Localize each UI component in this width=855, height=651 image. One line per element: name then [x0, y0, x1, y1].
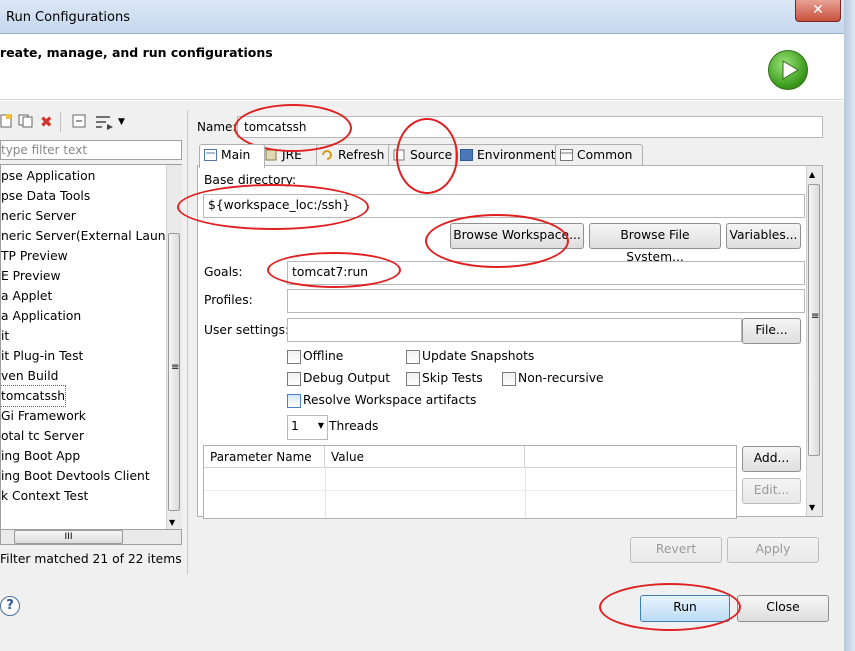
main-tab-icon — [204, 147, 217, 161]
filter-input[interactable]: type filter text — [0, 140, 182, 160]
resolve-workspace-label: Resolve Workspace artifacts — [303, 393, 477, 407]
column-divider — [325, 468, 326, 518]
resolve-workspace-checkbox[interactable] — [287, 394, 301, 408]
close-button[interactable]: Close — [737, 595, 829, 622]
name-label: Name: — [197, 120, 237, 134]
help-icon[interactable]: ? — [0, 596, 20, 616]
tree-item[interactable]: a Application — [1, 306, 81, 326]
tab-main[interactable]: Main — [199, 144, 265, 168]
tree-item[interactable]: it Plug-in Test — [1, 346, 83, 366]
dialog-header-title: reate, manage, and run configurations — [0, 45, 273, 60]
file-button[interactable]: File... — [742, 318, 801, 344]
tab-source[interactable]: Source — [388, 144, 460, 167]
name-input[interactable]: tomcatssh — [237, 116, 823, 138]
duplicate-icon[interactable] — [18, 114, 34, 130]
tab-environment[interactable]: Environment — [455, 144, 560, 167]
update-snapshots-label: Update Snapshots — [422, 349, 535, 363]
filter-icon[interactable] — [94, 114, 114, 130]
user-settings-input[interactable] — [287, 318, 742, 342]
skip-tests-label: Skip Tests — [422, 371, 483, 385]
tree-item[interactable]: neric Server — [1, 206, 76, 226]
column-header-value[interactable]: Value — [325, 446, 525, 468]
tree-item-selected[interactable]: tomcatssh — [1, 385, 67, 407]
base-directory-input[interactable]: ${workspace_loc:/ssh} — [203, 194, 805, 218]
refresh-icon — [321, 147, 334, 160]
apply-button[interactable]: Apply — [727, 537, 819, 563]
tree-item[interactable]: neric Server(External Launch) — [1, 226, 181, 246]
non-recursive-label: Non-recursive — [518, 371, 604, 385]
window-frame-edge — [844, 0, 855, 651]
tree-item[interactable]: otal tc Server — [1, 426, 84, 446]
revert-button[interactable]: Revert — [630, 537, 722, 563]
scroll-up-arrow-icon[interactable]: ▲ — [809, 170, 815, 179]
profiles-label: Profiles: — [204, 293, 253, 307]
threads-select[interactable]: 1 ▼ — [287, 415, 328, 440]
tree-item[interactable]: ven Build — [1, 366, 58, 386]
row-divider — [204, 490, 736, 491]
window-close-button[interactable]: ✕ — [795, 0, 841, 22]
chevron-down-icon: ▼ — [317, 421, 324, 430]
add-parameter-button[interactable]: Add... — [742, 446, 801, 472]
tree-item[interactable]: k Context Test — [1, 486, 88, 506]
tree-item[interactable]: ing Boot Devtools Client — [1, 466, 150, 486]
debug-output-label: Debug Output — [303, 371, 391, 385]
edit-parameter-button[interactable]: Edit... — [742, 478, 801, 504]
parameter-table[interactable]: Parameter Name Value — [203, 445, 737, 519]
variables-button[interactable]: Variables... — [726, 223, 801, 249]
column-header-filler — [525, 446, 736, 468]
collapse-all-icon[interactable] — [72, 114, 86, 130]
base-directory-label: Base directory: — [204, 173, 297, 187]
debug-output-checkbox[interactable] — [287, 372, 301, 386]
common-icon — [560, 147, 573, 161]
skip-tests-checkbox[interactable] — [406, 372, 420, 386]
jre-tab-icon — [265, 147, 278, 161]
tree-item[interactable]: TP Preview — [1, 246, 68, 266]
browse-file-system-button[interactable]: Browse File System... — [589, 223, 721, 264]
config-tree[interactable]: pse Application pse Data Tools neric Ser… — [0, 164, 182, 530]
scroll-down-arrow-icon[interactable]: ▼ — [809, 503, 815, 512]
column-header-parameter-name[interactable]: Parameter Name — [204, 446, 325, 468]
user-settings-label: User settings: — [204, 323, 290, 337]
dropdown-icon[interactable]: ▼ — [118, 114, 125, 130]
tree-item[interactable]: it — [1, 326, 9, 346]
threads-label: Threads — [329, 419, 379, 433]
browse-workspace-button[interactable]: Browse Workspace... — [450, 223, 584, 249]
tree-item[interactable]: pse Application — [1, 166, 95, 186]
run-button[interactable]: Run — [640, 595, 730, 622]
scroll-grip: ≡ — [171, 362, 180, 373]
tab-common[interactable]: Common — [555, 144, 643, 167]
non-recursive-checkbox[interactable] — [502, 372, 516, 386]
tree-hscroll-thumb[interactable]: III — [14, 530, 123, 544]
tree-item[interactable]: Gi Framework — [1, 406, 86, 426]
tree-item[interactable]: pse Data Tools — [1, 186, 90, 206]
window-title: Run Configurations — [6, 10, 130, 25]
profiles-input[interactable] — [287, 289, 805, 313]
tree-item[interactable]: E Preview — [1, 266, 61, 286]
environment-icon — [460, 147, 473, 161]
toolbar-separator — [60, 112, 61, 132]
config-toolbar: ✖ ▼ — [0, 111, 186, 135]
panel-scroll-thumb[interactable]: ≡ — [808, 184, 820, 456]
scroll-grip: ≡ — [811, 311, 820, 322]
filter-status: Filter matched 21 of 22 items — [0, 552, 182, 566]
new-config-icon[interactable] — [0, 114, 12, 130]
tab-jre[interactable]: JRE — [260, 144, 321, 167]
tree-item[interactable]: a Applet — [1, 286, 52, 306]
run-logo-icon — [768, 50, 808, 90]
update-snapshots-checkbox[interactable] — [406, 350, 420, 364]
goals-input[interactable]: tomcat7:run — [287, 261, 805, 285]
tree-scroll-thumb[interactable]: ≡ — [168, 233, 180, 511]
tab-refresh[interactable]: Refresh — [316, 144, 393, 167]
offline-label: Offline — [303, 349, 344, 363]
scroll-down-arrow-icon[interactable]: ▼ — [169, 518, 175, 527]
dialog-header — [0, 34, 844, 100]
source-icon — [393, 147, 406, 161]
tab-bar: Main JRE Refresh Source Environment Comm… — [197, 144, 823, 168]
tree-item[interactable]: ing Boot App — [1, 446, 80, 466]
offline-checkbox[interactable] — [287, 350, 301, 364]
delete-icon[interactable]: ✖ — [40, 114, 53, 130]
goals-label: Goals: — [204, 265, 243, 279]
column-divider — [525, 468, 526, 518]
